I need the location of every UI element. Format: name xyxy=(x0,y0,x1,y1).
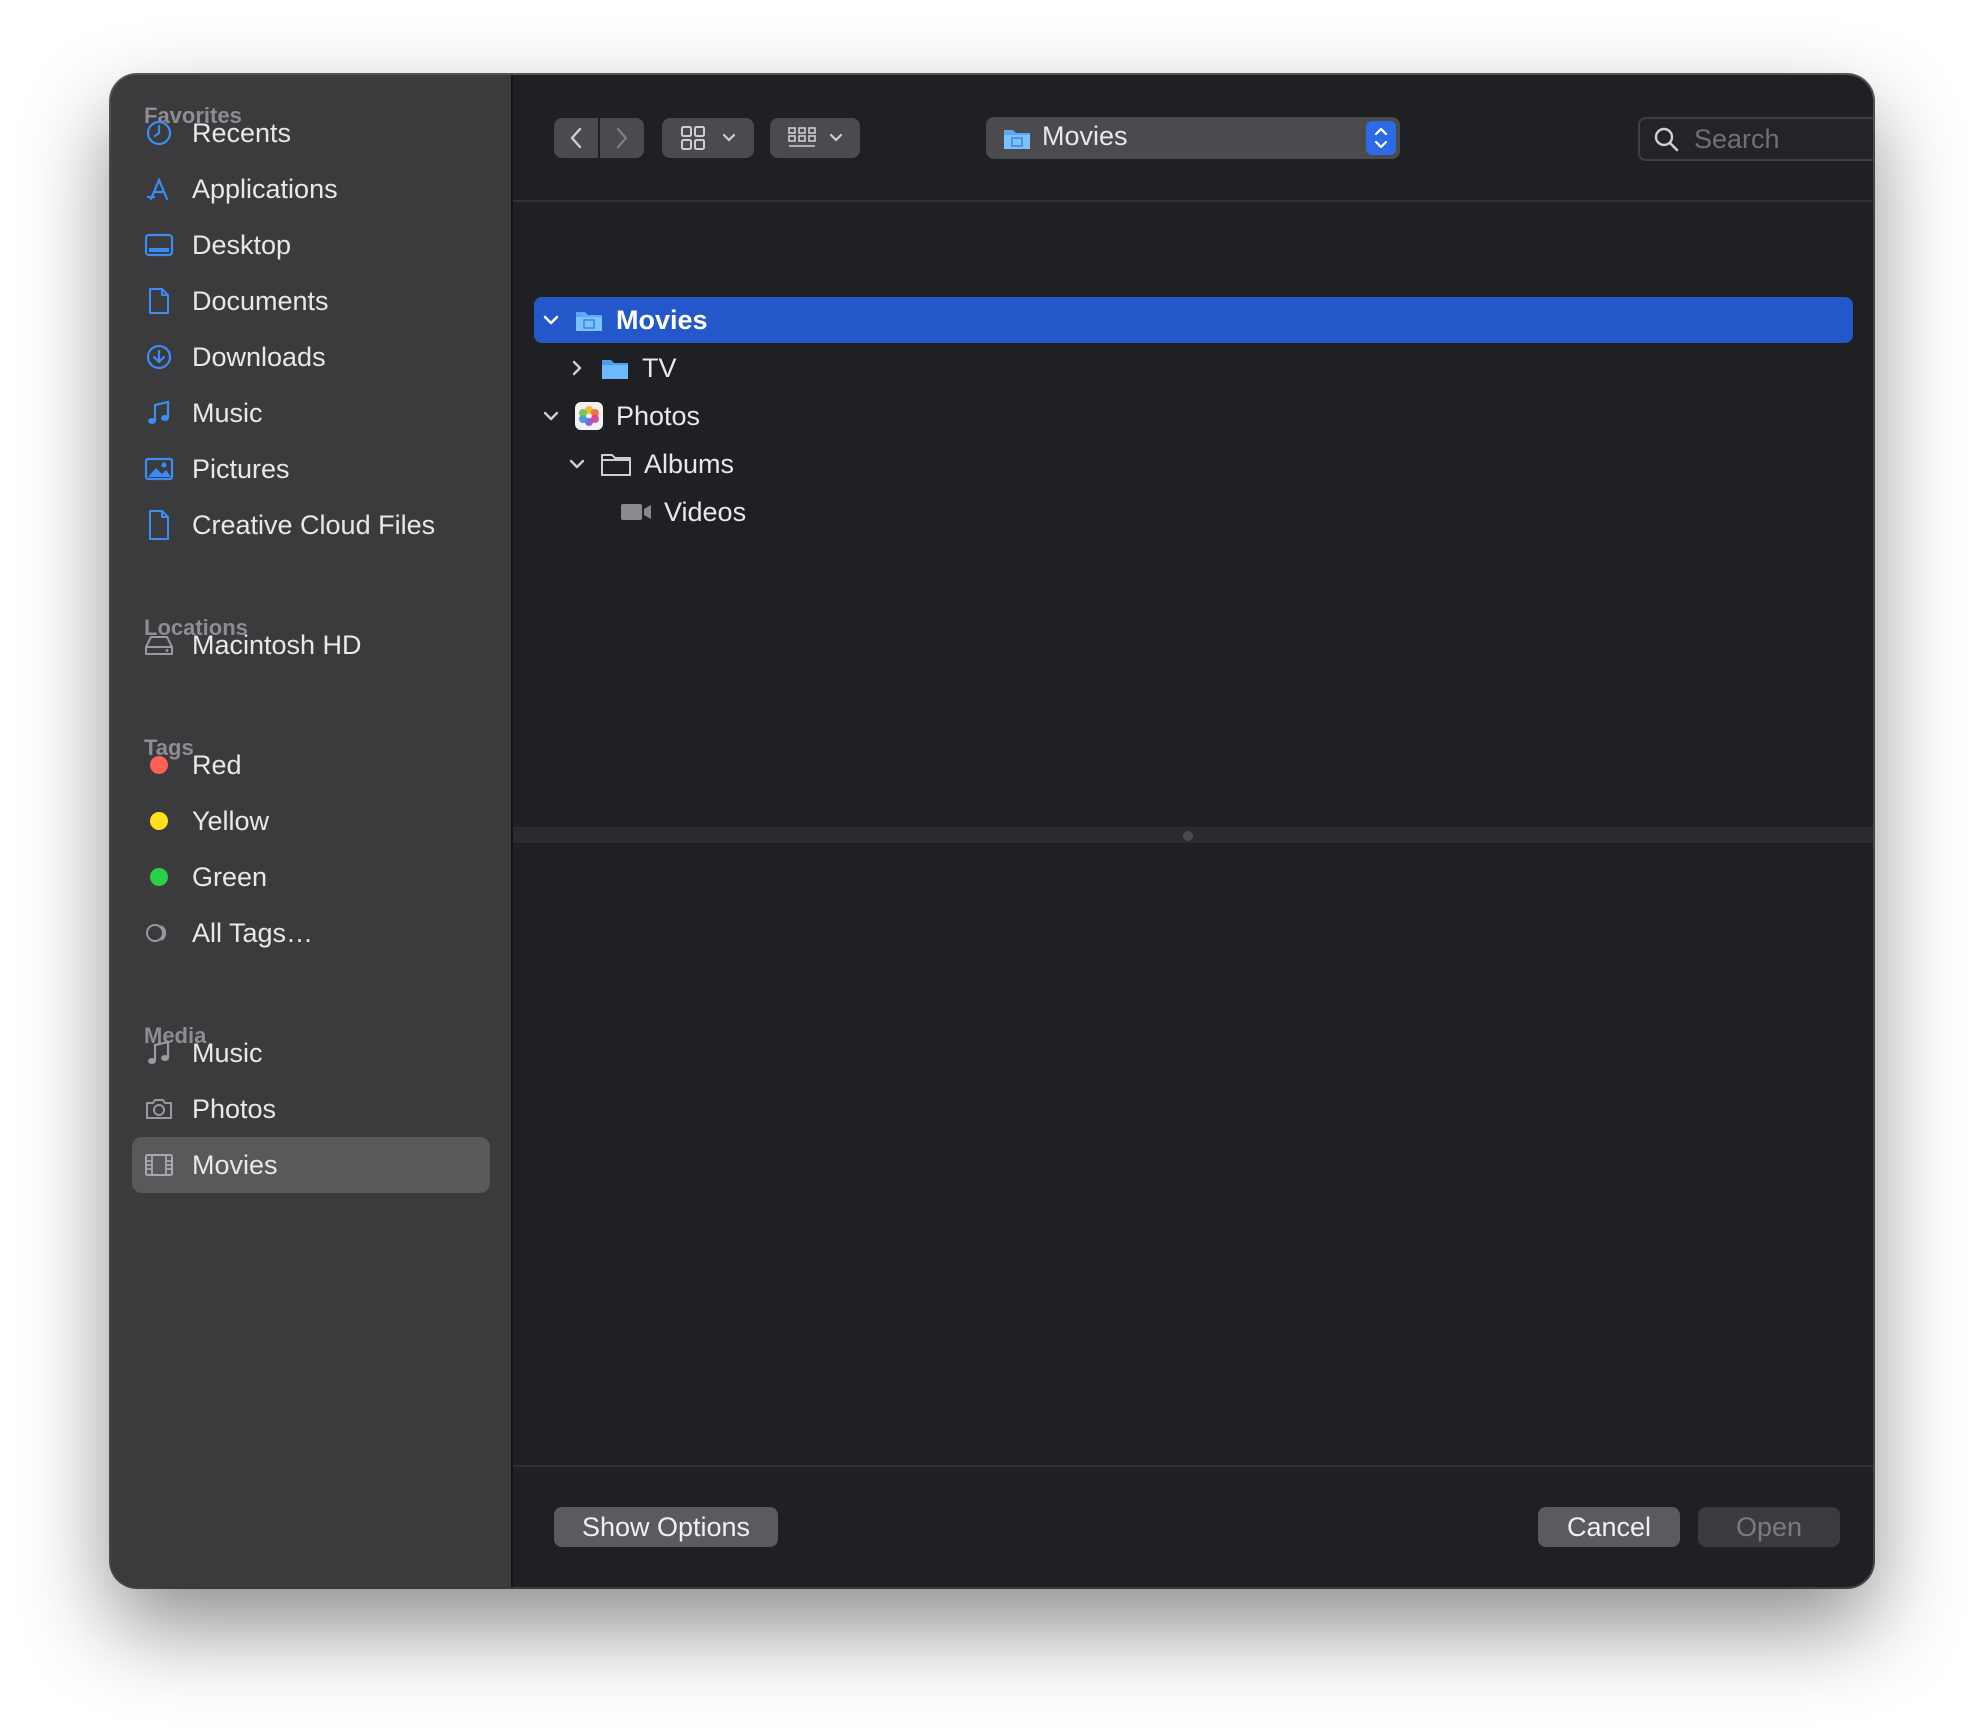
photos-app-icon xyxy=(575,402,603,430)
sidebar-item-tag-red[interactable]: Red xyxy=(132,737,490,793)
tree-row-label: Videos xyxy=(664,496,747,527)
music-note-icon xyxy=(144,1038,174,1068)
sidebar-item-media-music[interactable]: Music xyxy=(132,1025,490,1081)
sidebar-item-recents[interactable]: Recents xyxy=(132,105,490,161)
video-icon xyxy=(621,504,651,520)
movies-folder-icon xyxy=(1004,130,1030,149)
preview-splitter[interactable] xyxy=(513,827,1873,843)
sidebar-item-all-tags[interactable]: All Tags… xyxy=(132,905,490,961)
sidebar-item-creative-cloud-files[interactable]: Creative Cloud Files xyxy=(132,497,490,553)
file-tree: Movies TV Photos Albums Videos xyxy=(513,202,1873,827)
location-popup[interactable]: Movies xyxy=(986,117,1400,159)
sidebar: Favorites Recents Applications Desktop D… xyxy=(111,75,513,1587)
film-icon xyxy=(144,1150,174,1180)
sidebar-item-label: Macintosh HD xyxy=(192,629,362,660)
sidebar-item-downloads[interactable]: Downloads xyxy=(132,329,490,385)
disclosure-collapsed-icon[interactable] xyxy=(566,357,588,379)
document-icon xyxy=(144,286,174,316)
icon-grid-view-icon xyxy=(681,126,705,150)
cancel-button[interactable]: Cancel xyxy=(1538,1507,1680,1547)
sidebar-item-label: Creative Cloud Files xyxy=(192,509,436,540)
tag-red-dot-icon xyxy=(150,756,168,774)
chevron-right-icon xyxy=(616,127,628,149)
back-button[interactable] xyxy=(554,118,598,158)
sidebar-item-label: Yellow xyxy=(192,805,270,836)
search-field[interactable] xyxy=(1638,117,1873,161)
download-icon xyxy=(144,342,174,372)
sidebar-item-tag-yellow[interactable]: Yellow xyxy=(132,793,490,849)
sidebar-item-media-photos[interactable]: Photos xyxy=(132,1081,490,1137)
sidebar-item-label: Downloads xyxy=(192,341,326,372)
desktop-icon xyxy=(144,230,174,260)
tree-row-label: Albums xyxy=(644,448,735,479)
tree-row-label: Photos xyxy=(616,400,701,431)
show-options-button[interactable]: Show Options xyxy=(554,1507,778,1547)
sidebar-item-label: Green xyxy=(192,861,268,892)
tree-row-albums[interactable]: Albums xyxy=(560,441,734,487)
group-by-button[interactable] xyxy=(770,118,860,158)
sidebar-item-music[interactable]: Music xyxy=(132,385,490,441)
sidebar-item-label: Music xyxy=(192,397,263,428)
open-dialog: Favorites Recents Applications Desktop D… xyxy=(111,75,1873,1587)
applications-icon xyxy=(144,174,174,204)
tree-row-tv[interactable]: TV xyxy=(560,345,677,391)
forward-button[interactable] xyxy=(600,118,644,158)
search-input[interactable] xyxy=(1692,121,1873,157)
sidebar-item-desktop[interactable]: Desktop xyxy=(132,217,490,273)
folder-icon xyxy=(602,360,628,379)
sidebar-item-label: Movies xyxy=(192,1149,278,1180)
sidebar-item-label: Photos xyxy=(192,1093,277,1124)
preview-area xyxy=(513,843,1873,1467)
main-pane: Movies Movies xyxy=(513,75,1873,1587)
disclosure-expanded-icon[interactable] xyxy=(540,309,562,331)
sidebar-item-media-movies[interactable]: Movies xyxy=(132,1137,490,1193)
sidebar-item-tag-green[interactable]: Green xyxy=(132,849,490,905)
sidebar-item-documents[interactable]: Documents xyxy=(132,273,490,329)
view-mode-button[interactable] xyxy=(662,118,754,158)
chevron-down-icon xyxy=(722,133,736,142)
sidebar-item-macintosh-hd[interactable]: Macintosh HD xyxy=(132,617,490,673)
tree-row-movies[interactable]: Movies xyxy=(534,297,1853,343)
pictures-icon xyxy=(144,454,174,484)
group-grid-icon xyxy=(788,127,816,147)
chevron-down-icon xyxy=(829,133,843,142)
tree-row-label: TV xyxy=(642,352,677,383)
tree-row-videos[interactable]: Videos xyxy=(620,489,746,535)
sidebar-item-label: All Tags… xyxy=(192,917,314,948)
camera-icon xyxy=(144,1094,174,1124)
sidebar-item-label: Music xyxy=(192,1037,263,1068)
folder-outline-icon xyxy=(601,454,631,476)
search-icon xyxy=(1654,127,1679,152)
dialog-footer: Show Options Cancel Open xyxy=(513,1465,1873,1587)
music-note-icon xyxy=(144,398,174,428)
sidebar-item-label: Pictures xyxy=(192,453,290,484)
file-icon xyxy=(144,510,174,540)
chevron-left-icon xyxy=(570,127,582,149)
sidebar-item-label: Desktop xyxy=(192,229,292,260)
tag-yellow-dot-icon xyxy=(150,812,168,830)
tree-row-photos[interactable]: Photos xyxy=(534,393,700,439)
disk-icon xyxy=(144,630,174,660)
location-label: Movies xyxy=(1042,121,1128,151)
sidebar-item-label: Applications xyxy=(192,173,338,204)
toolbar: Movies xyxy=(513,75,1873,202)
sidebar-item-applications[interactable]: Applications xyxy=(132,161,490,217)
disclosure-expanded-icon[interactable] xyxy=(540,405,562,427)
clock-icon xyxy=(144,118,174,148)
sidebar-item-label: Recents xyxy=(192,117,292,148)
open-button[interactable]: Open xyxy=(1698,1507,1840,1547)
tag-green-dot-icon xyxy=(150,868,168,886)
sidebar-item-label: Red xyxy=(192,749,242,780)
splitter-handle-icon[interactable] xyxy=(1183,831,1193,841)
tree-row-label: Movies xyxy=(616,304,708,335)
sidebar-item-pictures[interactable]: Pictures xyxy=(132,441,490,497)
popup-stepper-icon xyxy=(1366,121,1396,155)
disclosure-expanded-icon[interactable] xyxy=(566,453,588,475)
all-tags-icon xyxy=(144,918,174,948)
movies-folder-icon xyxy=(576,312,602,331)
sidebar-item-label: Documents xyxy=(192,285,329,316)
